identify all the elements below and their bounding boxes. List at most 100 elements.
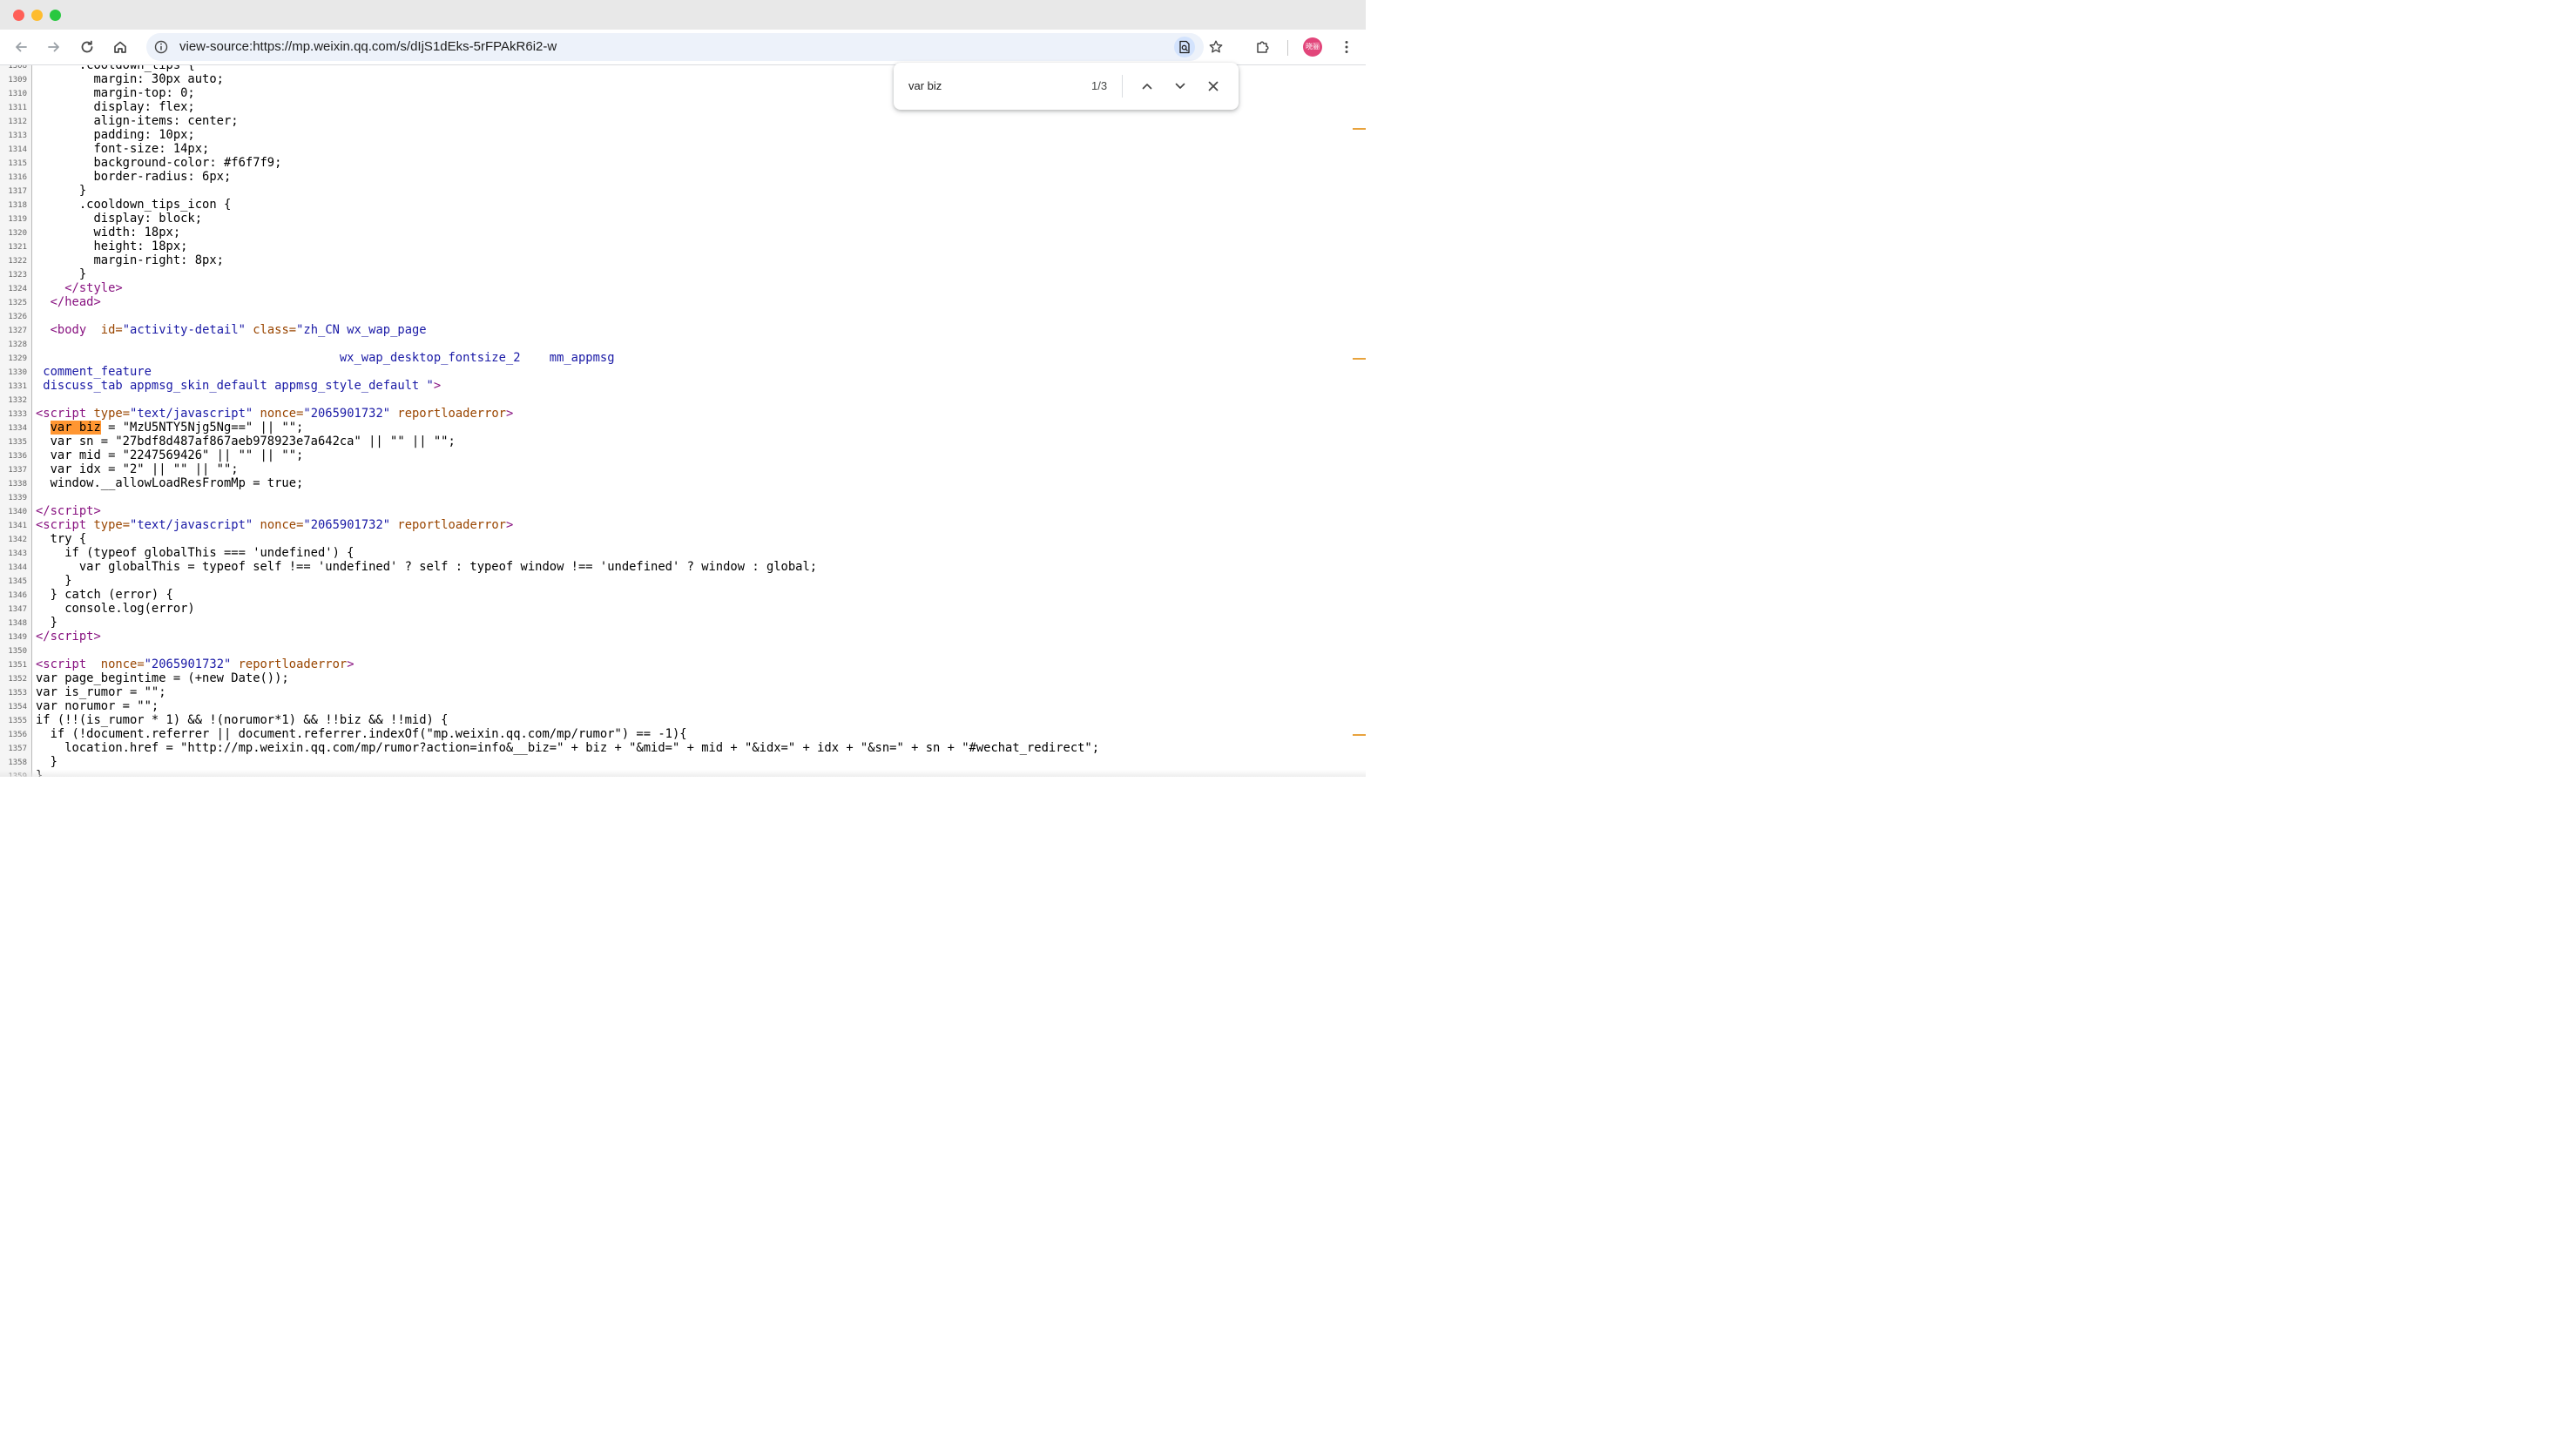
- source-code-text: }: [36, 755, 57, 769]
- url-text[interactable]: view-source:https://mp.weixin.qq.com/s/d…: [179, 33, 557, 61]
- line-number: 1314: [8, 145, 27, 154]
- source-code-text: }: [36, 267, 87, 281]
- source-line: 1323 }: [0, 267, 1350, 281]
- source-code-text: .cooldown_tips_icon {: [36, 198, 232, 212]
- find-input[interactable]: var biz: [908, 63, 942, 110]
- source-code-text: try {: [36, 532, 87, 546]
- source-code-text: var page_begintime = (+new Date());: [36, 671, 289, 685]
- source-code-text: width: 18px;: [36, 226, 181, 239]
- line-number: 1337: [8, 466, 27, 475]
- bookmark-button[interactable]: [1205, 37, 1226, 57]
- find-close-button[interactable]: [1202, 75, 1225, 98]
- source-code-text: console.log(error): [36, 602, 195, 616]
- source-view[interactable]: 1308 .cooldown_tips {1309 margin: 30px a…: [0, 65, 1366, 777]
- back-button[interactable]: [7, 33, 35, 61]
- close-window-button[interactable]: [13, 10, 24, 21]
- source-code-text: }: [36, 574, 72, 588]
- find-in-page-button[interactable]: [1174, 37, 1195, 57]
- source-line: 1355 if (!!(is_rumor * 1) && !(norumor*1)…: [0, 713, 1350, 727]
- line-number: 1358: [8, 758, 27, 767]
- source-line: 1338 window.__allowLoadResFromMp = true;: [0, 476, 1350, 490]
- line-number: 1324: [8, 285, 27, 293]
- source-code-text: var globalThis = typeof self !== 'undefi…: [36, 560, 818, 574]
- source-code-text: var norumor = "";: [36, 699, 159, 713]
- source-line: 1319 display: block;: [0, 212, 1350, 226]
- source-code-text: if (typeof globalThis === 'undefined') {: [36, 546, 354, 560]
- source-code-text: comment_feature: [36, 365, 152, 379]
- source-line: 1328: [0, 337, 1350, 351]
- forward-button[interactable]: [40, 33, 68, 61]
- source-line: 1337 var idx = "2" || "" || "";: [0, 462, 1350, 476]
- line-number: 1309: [8, 76, 27, 84]
- line-number: 1323: [8, 271, 27, 280]
- title-bar: [0, 0, 1366, 30]
- source-code-text: var is_rumor = "";: [36, 685, 166, 699]
- site-info-icon[interactable]: [153, 39, 169, 55]
- line-number: 1354: [8, 703, 27, 711]
- line-number: 1329: [8, 354, 27, 363]
- source-line: 1335 var sn = "27bdf8d487af867aeb978923e…: [0, 435, 1350, 448]
- minimize-window-button[interactable]: [31, 10, 43, 21]
- find-next-button[interactable]: [1169, 75, 1192, 98]
- line-number: 1347: [8, 605, 27, 614]
- source-code-text: display: flex;: [36, 100, 195, 114]
- source-code-text: margin-top: 0;: [36, 86, 195, 100]
- source-line: 1342 try {: [0, 532, 1350, 546]
- source-code-text: <script type="text/javascript" nonce="20…: [36, 407, 514, 421]
- arrow-right-icon: [48, 42, 59, 52]
- line-number: 1336: [8, 452, 27, 461]
- bottom-fade: [0, 770, 1366, 777]
- line-number: 1320: [8, 229, 27, 238]
- source-line: 1349 </script>: [0, 630, 1350, 644]
- source-line: 1348 }: [0, 616, 1350, 630]
- line-number: 1341: [8, 522, 27, 530]
- source-code-text: height: 18px;: [36, 239, 188, 253]
- toolbar-separator: [1287, 40, 1288, 56]
- line-number: 1331: [8, 382, 27, 391]
- source-code-text: var idx = "2" || "" || "";: [36, 462, 239, 476]
- zoom-window-button[interactable]: [50, 10, 61, 21]
- source-code-text: <script type="text/javascript" nonce="20…: [36, 518, 514, 532]
- line-number: 1322: [8, 257, 27, 266]
- source-line: 1317 }: [0, 184, 1350, 198]
- line-number: 1332: [8, 396, 27, 405]
- line-number: 1343: [8, 549, 27, 558]
- scrollbar-match-marker: [1353, 358, 1366, 360]
- extensions-button[interactable]: [1249, 33, 1277, 61]
- source-line: 1341 <script type="text/javascript" nonce…: [0, 518, 1350, 532]
- source-line: 1344 var globalThis = typeof self !== 'u…: [0, 560, 1350, 574]
- find-bar-separator: [1122, 75, 1123, 98]
- address-bar[interactable]: view-source:https://mp.weixin.qq.com/s/d…: [146, 33, 1223, 61]
- source-line: 1340 </script>: [0, 504, 1350, 518]
- source-code-text: display: block;: [36, 212, 203, 226]
- source-code-text: margin: 30px auto;: [36, 72, 224, 86]
- source-code-text: align-items: center;: [36, 114, 239, 128]
- source-code-text: </script>: [36, 630, 101, 644]
- line-number: 1349: [8, 633, 27, 642]
- line-number: 1326: [8, 313, 27, 321]
- source-code-text: }: [36, 616, 57, 630]
- line-number: 1319: [8, 215, 27, 224]
- reload-button[interactable]: [73, 33, 101, 61]
- source-line: 1313 padding: 10px;: [0, 128, 1350, 142]
- line-number: 1315: [8, 159, 27, 168]
- line-number: 1352: [8, 675, 27, 684]
- source-code-text: </head>: [50, 295, 101, 309]
- line-number: 1350: [8, 647, 27, 656]
- menu-button[interactable]: [1333, 33, 1361, 61]
- source-line: 1325 </head>: [0, 295, 1350, 309]
- find-previous-button[interactable]: [1136, 75, 1158, 98]
- line-number: 1339: [8, 494, 27, 502]
- chevron-down-icon: [1175, 83, 1185, 89]
- reload-icon: [81, 40, 93, 53]
- line-number: 1312: [8, 118, 27, 126]
- home-button[interactable]: [106, 33, 134, 61]
- source-line: 1327 <body id="activity-detail" class="z…: [0, 323, 1350, 337]
- source-line: 1315 background-color: #f6f7f9;: [0, 156, 1350, 170]
- profile-avatar[interactable]: 晓骊: [1303, 37, 1322, 57]
- source-code-text: border-radius: 6px;: [36, 170, 232, 184]
- source-line: 1333 <script type="text/javascript" nonce…: [0, 407, 1350, 421]
- line-number: 1334: [8, 424, 27, 433]
- source-code-text: if (!!(is_rumor * 1) && !(norumor*1) && …: [36, 713, 449, 727]
- source-code-text: <script nonce="2065901732" reportloaderr…: [36, 657, 354, 671]
